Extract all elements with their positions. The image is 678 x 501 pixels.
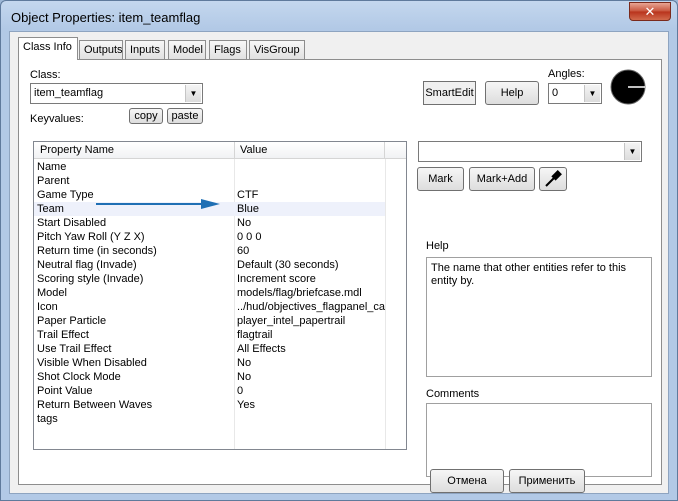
row-key: Use Trail Effect bbox=[37, 343, 112, 355]
row-key: Neutral flag (Invade) bbox=[37, 259, 137, 271]
row-key: Return time (in seconds) bbox=[37, 245, 157, 257]
keyvalues-grid[interactable]: Property Name Value Name Parent Game Type C… bbox=[33, 141, 407, 450]
angles-select-value: 0 bbox=[552, 87, 559, 99]
class-select[interactable]: item_teamflag ▼ bbox=[30, 83, 203, 104]
cancel-button[interactable]: Отмена bbox=[430, 469, 504, 493]
close-icon: ✕ bbox=[644, 4, 656, 19]
column-header-value[interactable]: Value bbox=[240, 144, 267, 156]
table-row[interactable]: Visible When Disabled No bbox=[34, 356, 385, 370]
row-value: CTF bbox=[237, 189, 259, 201]
angles-select[interactable]: 0 ▼ bbox=[548, 83, 602, 104]
row-key: Game Type bbox=[37, 189, 94, 201]
row-value: models/flag/briefcase.mdl bbox=[237, 287, 362, 299]
help-button[interactable]: Help bbox=[485, 81, 539, 105]
table-row[interactable]: Neutral flag (Invade) Default (30 seconds… bbox=[34, 258, 385, 272]
help-heading: Help bbox=[426, 240, 449, 252]
table-row[interactable]: Point Value 0 bbox=[34, 384, 385, 398]
row-key: Parent bbox=[37, 175, 70, 187]
help-text: The name that other entities refer to th… bbox=[431, 262, 627, 287]
chevron-down-icon: ▼ bbox=[185, 85, 201, 102]
table-row[interactable]: Pitch Yaw Roll (Y Z X) 0 0 0 bbox=[34, 230, 385, 244]
row-key: Point Value bbox=[37, 385, 93, 397]
table-row[interactable]: Icon ../hud/objectives_flagpanel_ca bbox=[34, 300, 385, 314]
table-row[interactable]: Return time (in seconds) 60 bbox=[34, 244, 385, 258]
row-key: Shot Clock Mode bbox=[37, 371, 121, 383]
table-row[interactable]: Paper Particle player_intel_papertrail bbox=[34, 314, 385, 328]
table-row[interactable]: Name bbox=[34, 160, 385, 174]
angles-label: Angles: bbox=[548, 68, 585, 80]
tab-class-info[interactable]: Class Info bbox=[18, 37, 78, 60]
row-value: flagtrail bbox=[237, 329, 273, 341]
row-value: 0 0 0 bbox=[237, 231, 262, 243]
table-row[interactable]: tags bbox=[34, 412, 385, 426]
class-label: Class: bbox=[30, 69, 61, 81]
row-key: Team bbox=[37, 203, 64, 215]
row-key: Paper Particle bbox=[37, 315, 107, 327]
row-value: No bbox=[237, 357, 252, 369]
row-key: Scoring style (Invade) bbox=[37, 273, 144, 285]
tab-inputs[interactable]: Inputs bbox=[125, 40, 165, 59]
row-key: Pitch Yaw Roll (Y Z X) bbox=[37, 231, 145, 243]
class-info-panel: Class: item_teamflag ▼ Keyvalues: copy p… bbox=[18, 59, 662, 485]
row-value: Increment score bbox=[237, 273, 316, 285]
table-row[interactable]: Model models/flag/briefcase.mdl bbox=[34, 286, 385, 300]
row-value: Yes bbox=[237, 399, 255, 411]
chevron-down-icon: ▼ bbox=[624, 143, 640, 160]
copy-button[interactable]: copy bbox=[129, 108, 163, 124]
keyvalues-label: Keyvalues: bbox=[30, 113, 84, 125]
row-value: All Effects bbox=[237, 343, 286, 355]
row-key: tags bbox=[37, 413, 58, 425]
tab-outputs[interactable]: Outputs bbox=[79, 40, 123, 59]
row-value: Blue bbox=[237, 203, 260, 215]
mark-add-button[interactable]: Mark+Add bbox=[469, 167, 535, 191]
paste-button[interactable]: paste bbox=[167, 108, 203, 124]
value-select[interactable]: ▼ bbox=[418, 141, 642, 162]
row-key: Icon bbox=[37, 301, 58, 313]
table-row[interactable]: Return Between Waves Yes bbox=[34, 398, 385, 412]
tab-flags[interactable]: Flags bbox=[209, 40, 247, 59]
chevron-down-icon: ▼ bbox=[584, 85, 600, 102]
row-value: No bbox=[237, 217, 252, 229]
help-text-box: The name that other entities refer to th… bbox=[426, 257, 652, 377]
grid-header: Property Name Value bbox=[34, 142, 406, 159]
comments-textarea[interactable] bbox=[426, 403, 652, 477]
table-row[interactable]: Parent bbox=[34, 174, 385, 188]
table-row[interactable]: Start Disabled No bbox=[34, 216, 385, 230]
dialog-window: Object Properties: item_teamflag ✕ Class… bbox=[0, 0, 678, 501]
table-row[interactable]: Trail Effect flagtrail bbox=[34, 328, 385, 342]
row-key: Trail Effect bbox=[37, 329, 89, 341]
row-value: No bbox=[237, 371, 252, 383]
row-value: 0 bbox=[237, 385, 244, 397]
row-value: 60 bbox=[237, 245, 250, 257]
row-key: Visible When Disabled bbox=[37, 357, 147, 369]
row-key: Model bbox=[37, 287, 67, 299]
table-row[interactable]: Scoring style (Invade) Increment score bbox=[34, 272, 385, 286]
smartedit-toggle[interactable]: SmartEdit bbox=[423, 81, 476, 105]
row-value: player_intel_papertrail bbox=[237, 315, 346, 327]
eyedropper-button[interactable] bbox=[539, 167, 567, 191]
dialog-client: Class Info Outputs Inputs Model Flags Vi… bbox=[9, 31, 669, 494]
column-header-property[interactable]: Property Name bbox=[40, 144, 114, 156]
row-value: ../hud/objectives_flagpanel_ca bbox=[237, 301, 385, 313]
table-row[interactable]: Use Trail Effect All Effects bbox=[34, 342, 385, 356]
close-button[interactable]: ✕ bbox=[629, 2, 671, 21]
table-row[interactable]: Shot Clock Mode No bbox=[34, 370, 385, 384]
comments-heading: Comments bbox=[426, 388, 480, 400]
row-key: Start Disabled bbox=[37, 217, 107, 229]
window-title: Object Properties: item_teamflag bbox=[11, 10, 201, 25]
class-select-value: item_teamflag bbox=[34, 87, 104, 99]
angle-dial-icon[interactable] bbox=[609, 68, 647, 106]
row-value: Default (30 seconds) bbox=[237, 259, 339, 271]
tab-model[interactable]: Model bbox=[168, 40, 206, 59]
tab-visgroup[interactable]: VisGroup bbox=[249, 40, 305, 59]
row-key: Return Between Waves bbox=[37, 399, 153, 411]
apply-button[interactable]: Применить bbox=[509, 469, 585, 493]
row-key: Name bbox=[37, 161, 67, 173]
title-bar[interactable]: Object Properties: item_teamflag ✕ bbox=[1, 1, 677, 31]
eyedropper-icon bbox=[545, 170, 562, 187]
annotation-arrow bbox=[96, 199, 220, 209]
mark-button[interactable]: Mark bbox=[417, 167, 464, 191]
